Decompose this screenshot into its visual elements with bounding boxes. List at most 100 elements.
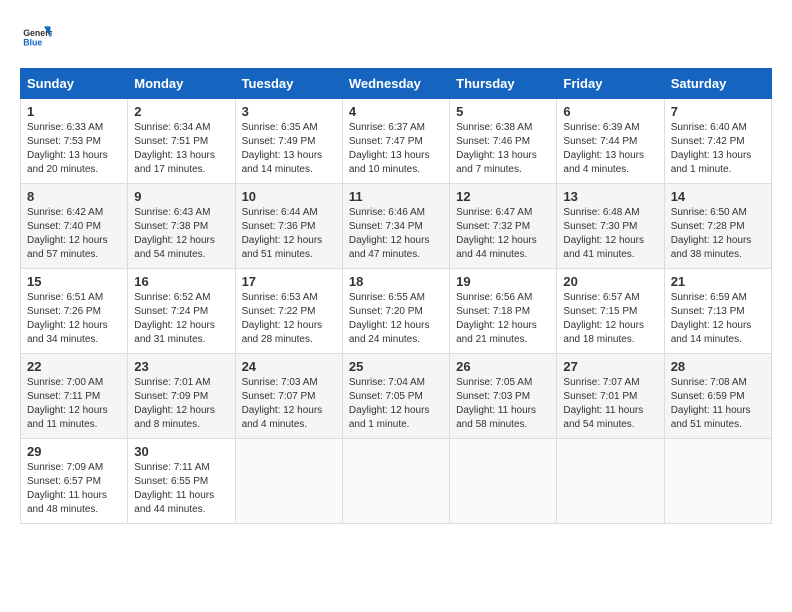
logo-icon: General Blue xyxy=(20,20,52,52)
day-info: Sunrise: 7:03 AM Sunset: 7:07 PM Dayligh… xyxy=(242,376,336,432)
day-number: 16 xyxy=(134,274,228,289)
logo: General Blue xyxy=(20,20,56,52)
day-number: 23 xyxy=(134,359,228,374)
calendar-cell: 6 Sunrise: 6:39 AM Sunset: 7:44 PM Daylig… xyxy=(557,99,664,184)
calendar-cell: 4 Sunrise: 6:37 AM Sunset: 7:47 PM Daylig… xyxy=(342,99,449,184)
calendar-cell: 10Sunrise: 6:44 AM Sunset: 7:36 PM Dayli… xyxy=(235,184,342,269)
calendar-cell: 16 Sunrise: 6:52 AM Sunset: 7:24 PM Dayli… xyxy=(128,269,235,354)
day-number: 26 xyxy=(456,359,550,374)
day-number: 14 xyxy=(671,189,765,204)
calendar-cell xyxy=(235,439,342,524)
col-header-wednesday: Wednesday xyxy=(342,69,449,99)
day-number: 27 xyxy=(563,359,657,374)
day-number: 19 xyxy=(456,274,550,289)
day-info: Sunrise: 6:53 AM Sunset: 7:22 PM Dayligh… xyxy=(242,291,336,347)
day-info: Sunrise: 6:50 AM Sunset: 7:28 PM Dayligh… xyxy=(671,206,765,262)
calendar-cell xyxy=(450,439,557,524)
day-info: Sunrise: 7:00 AM Sunset: 7:11 PM Dayligh… xyxy=(27,376,121,432)
day-info: Sunrise: 6:44 AM Sunset: 7:36 PM Dayligh… xyxy=(242,206,336,262)
day-info: Sunrise: 6:37 AM Sunset: 7:47 PM Dayligh… xyxy=(349,121,443,177)
day-info: Sunrise: 6:52 AM Sunset: 7:24 PM Dayligh… xyxy=(134,291,228,347)
day-number: 1 xyxy=(27,104,121,119)
calendar-cell xyxy=(342,439,449,524)
day-number: 21 xyxy=(671,274,765,289)
calendar-cell: 19 Sunrise: 6:56 AM Sunset: 7:18 PM Dayli… xyxy=(450,269,557,354)
calendar-cell: 22 Sunrise: 7:00 AM Sunset: 7:11 PM Dayli… xyxy=(21,354,128,439)
day-number: 2 xyxy=(134,104,228,119)
day-info: Sunrise: 6:34 AM Sunset: 7:51 PM Dayligh… xyxy=(134,121,228,177)
calendar-cell: 26 Sunrise: 7:05 AM Sunset: 7:03 PM Dayli… xyxy=(450,354,557,439)
calendar-week-3: 15 Sunrise: 6:51 AM Sunset: 7:26 PM Dayli… xyxy=(21,269,772,354)
calendar-cell: 8Sunrise: 6:42 AM Sunset: 7:40 PM Daylig… xyxy=(21,184,128,269)
calendar-cell xyxy=(557,439,664,524)
calendar-cell: 30Sunrise: 7:11 AM Sunset: 6:55 PM Dayli… xyxy=(128,439,235,524)
day-number: 28 xyxy=(671,359,765,374)
day-info: Sunrise: 6:51 AM Sunset: 7:26 PM Dayligh… xyxy=(27,291,121,347)
calendar-cell: 18 Sunrise: 6:55 AM Sunset: 7:20 PM Dayli… xyxy=(342,269,449,354)
col-header-tuesday: Tuesday xyxy=(235,69,342,99)
calendar-cell: 24 Sunrise: 7:03 AM Sunset: 7:07 PM Dayli… xyxy=(235,354,342,439)
col-header-saturday: Saturday xyxy=(664,69,771,99)
day-number: 7 xyxy=(671,104,765,119)
day-number: 4 xyxy=(349,104,443,119)
calendar-cell: 3Sunrise: 6:35 AM Sunset: 7:49 PM Daylig… xyxy=(235,99,342,184)
calendar-week-2: 8Sunrise: 6:42 AM Sunset: 7:40 PM Daylig… xyxy=(21,184,772,269)
day-number: 25 xyxy=(349,359,443,374)
day-number: 11 xyxy=(349,189,443,204)
calendar-cell: 29 Sunrise: 7:09 AM Sunset: 6:57 PM Dayli… xyxy=(21,439,128,524)
calendar-cell: 17 Sunrise: 6:53 AM Sunset: 7:22 PM Dayli… xyxy=(235,269,342,354)
day-number: 9 xyxy=(134,189,228,204)
calendar-cell: 23 Sunrise: 7:01 AM Sunset: 7:09 PM Dayli… xyxy=(128,354,235,439)
day-info: Sunrise: 6:39 AM Sunset: 7:44 PM Dayligh… xyxy=(563,121,657,177)
calendar-cell: 20 Sunrise: 6:57 AM Sunset: 7:15 PM Dayli… xyxy=(557,269,664,354)
day-info: Sunrise: 7:05 AM Sunset: 7:03 PM Dayligh… xyxy=(456,376,550,432)
day-info: Sunrise: 6:33 AM Sunset: 7:53 PM Dayligh… xyxy=(27,121,121,177)
day-info: Sunrise: 6:47 AM Sunset: 7:32 PM Dayligh… xyxy=(456,206,550,262)
day-number: 29 xyxy=(27,444,121,459)
day-number: 8 xyxy=(27,189,121,204)
day-info: Sunrise: 6:43 AM Sunset: 7:38 PM Dayligh… xyxy=(134,206,228,262)
day-info: Sunrise: 6:59 AM Sunset: 7:13 PM Dayligh… xyxy=(671,291,765,347)
calendar-week-4: 22 Sunrise: 7:00 AM Sunset: 7:11 PM Dayli… xyxy=(21,354,772,439)
day-info: Sunrise: 6:48 AM Sunset: 7:30 PM Dayligh… xyxy=(563,206,657,262)
calendar-cell: 14 Sunrise: 6:50 AM Sunset: 7:28 PM Dayli… xyxy=(664,184,771,269)
col-header-friday: Friday xyxy=(557,69,664,99)
day-number: 20 xyxy=(563,274,657,289)
day-number: 30 xyxy=(134,444,228,459)
calendar-cell xyxy=(664,439,771,524)
col-header-sunday: Sunday xyxy=(21,69,128,99)
day-info: Sunrise: 7:04 AM Sunset: 7:05 PM Dayligh… xyxy=(349,376,443,432)
calendar-cell: 2 Sunrise: 6:34 AM Sunset: 7:51 PM Daylig… xyxy=(128,99,235,184)
col-header-monday: Monday xyxy=(128,69,235,99)
page-header: General Blue xyxy=(20,20,772,52)
day-number: 18 xyxy=(349,274,443,289)
calendar-cell: 15 Sunrise: 6:51 AM Sunset: 7:26 PM Dayli… xyxy=(21,269,128,354)
calendar-week-5: 29 Sunrise: 7:09 AM Sunset: 6:57 PM Dayli… xyxy=(21,439,772,524)
day-info: Sunrise: 6:56 AM Sunset: 7:18 PM Dayligh… xyxy=(456,291,550,347)
calendar-cell: 12 Sunrise: 6:47 AM Sunset: 7:32 PM Dayli… xyxy=(450,184,557,269)
calendar-cell: 28Sunrise: 7:08 AM Sunset: 6:59 PM Dayli… xyxy=(664,354,771,439)
day-number: 12 xyxy=(456,189,550,204)
calendar-cell: 1 Sunrise: 6:33 AM Sunset: 7:53 PM Daylig… xyxy=(21,99,128,184)
day-info: Sunrise: 6:46 AM Sunset: 7:34 PM Dayligh… xyxy=(349,206,443,262)
calendar-cell: 7 Sunrise: 6:40 AM Sunset: 7:42 PM Daylig… xyxy=(664,99,771,184)
calendar-cell: 9 Sunrise: 6:43 AM Sunset: 7:38 PM Daylig… xyxy=(128,184,235,269)
day-number: 17 xyxy=(242,274,336,289)
day-info: Sunrise: 6:35 AM Sunset: 7:49 PM Dayligh… xyxy=(242,121,336,177)
day-info: Sunrise: 6:57 AM Sunset: 7:15 PM Dayligh… xyxy=(563,291,657,347)
calendar-table: SundayMondayTuesdayWednesdayThursdayFrid… xyxy=(20,68,772,524)
svg-text:Blue: Blue xyxy=(23,38,42,48)
day-number: 24 xyxy=(242,359,336,374)
day-number: 15 xyxy=(27,274,121,289)
calendar-cell: 25 Sunrise: 7:04 AM Sunset: 7:05 PM Dayli… xyxy=(342,354,449,439)
calendar-week-1: 1 Sunrise: 6:33 AM Sunset: 7:53 PM Daylig… xyxy=(21,99,772,184)
day-number: 22 xyxy=(27,359,121,374)
calendar-cell: 21 Sunrise: 6:59 AM Sunset: 7:13 PM Dayli… xyxy=(664,269,771,354)
day-info: Sunrise: 6:55 AM Sunset: 7:20 PM Dayligh… xyxy=(349,291,443,347)
day-info: Sunrise: 7:01 AM Sunset: 7:09 PM Dayligh… xyxy=(134,376,228,432)
day-number: 6 xyxy=(563,104,657,119)
day-info: Sunrise: 6:40 AM Sunset: 7:42 PM Dayligh… xyxy=(671,121,765,177)
calendar-cell: 13Sunrise: 6:48 AM Sunset: 7:30 PM Dayli… xyxy=(557,184,664,269)
day-info: Sunrise: 7:07 AM Sunset: 7:01 PM Dayligh… xyxy=(563,376,657,432)
day-info: Sunrise: 7:09 AM Sunset: 6:57 PM Dayligh… xyxy=(27,461,121,517)
